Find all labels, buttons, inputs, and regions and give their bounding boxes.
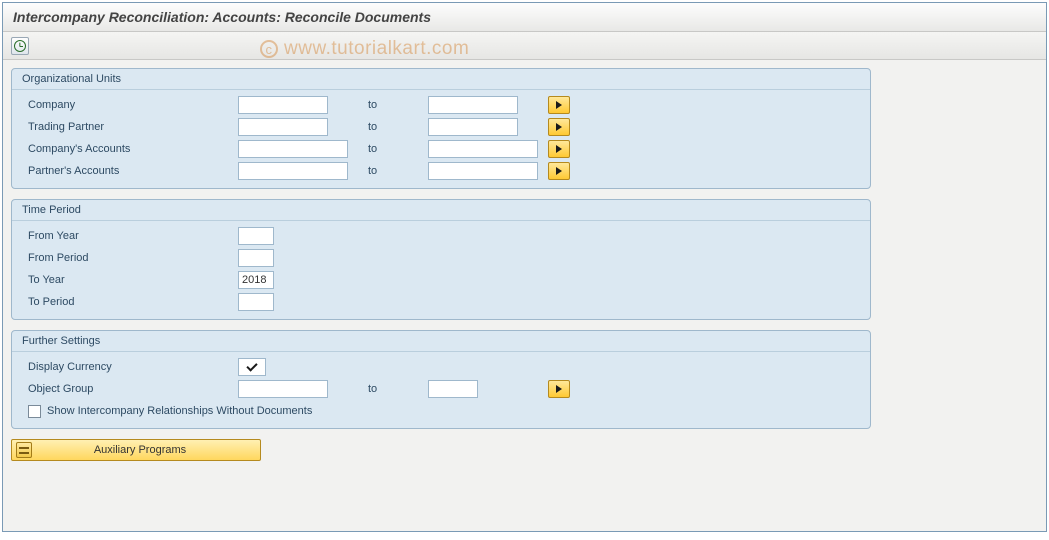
row-to-year: To Year bbox=[18, 269, 864, 291]
company-accounts-from-input[interactable] bbox=[238, 140, 348, 158]
company-accounts-multi-select-button[interactable] bbox=[548, 140, 570, 158]
from-year-input[interactable] bbox=[238, 227, 274, 245]
row-object-group: Object Group to bbox=[18, 378, 864, 400]
execute-button[interactable] bbox=[11, 37, 29, 55]
label-company: Company bbox=[18, 99, 238, 111]
label-to-year: To Year bbox=[18, 274, 238, 286]
group-further-settings: Further Settings Display Currency Object… bbox=[11, 330, 871, 429]
auxiliary-programs-label: Auxiliary Programs bbox=[38, 444, 260, 456]
to-label: to bbox=[348, 99, 428, 111]
label-object-group: Object Group bbox=[18, 383, 238, 395]
row-trading-partner: Trading Partner to bbox=[18, 116, 864, 138]
partner-accounts-multi-select-button[interactable] bbox=[548, 162, 570, 180]
label-company-accounts: Company's Accounts bbox=[18, 143, 238, 155]
company-multi-select-button[interactable] bbox=[548, 96, 570, 114]
label-from-year: From Year bbox=[18, 230, 238, 242]
row-show-relationships: Show Intercompany Relationships Without … bbox=[18, 400, 864, 422]
arrow-right-icon bbox=[556, 385, 562, 393]
to-label: to bbox=[348, 121, 428, 133]
app-window: Intercompany Reconciliation: Accounts: R… bbox=[2, 2, 1047, 532]
label-show-relationships: Show Intercompany Relationships Without … bbox=[47, 405, 312, 417]
to-label: to bbox=[348, 165, 428, 177]
trading-partner-from-input[interactable] bbox=[238, 118, 328, 136]
auxiliary-programs-button[interactable]: Auxiliary Programs bbox=[11, 439, 261, 461]
trading-partner-multi-select-button[interactable] bbox=[548, 118, 570, 136]
label-from-period: From Period bbox=[18, 252, 238, 264]
row-to-period: To Period bbox=[18, 291, 864, 313]
row-from-period: From Period bbox=[18, 247, 864, 269]
group-time-period: Time Period From Year From Period To Yea… bbox=[11, 199, 871, 320]
company-to-input[interactable] bbox=[428, 96, 518, 114]
company-from-input[interactable] bbox=[238, 96, 328, 114]
group-body-org: Company to Trading Partner to bbox=[12, 90, 870, 188]
object-group-to-input[interactable] bbox=[428, 380, 478, 398]
toolbar bbox=[3, 32, 1046, 60]
from-period-input[interactable] bbox=[238, 249, 274, 267]
trading-partner-to-input[interactable] bbox=[428, 118, 518, 136]
label-trading-partner: Trading Partner bbox=[18, 121, 238, 133]
to-period-input[interactable] bbox=[238, 293, 274, 311]
company-accounts-to-input[interactable] bbox=[428, 140, 538, 158]
display-currency-checkbox[interactable] bbox=[238, 358, 266, 376]
check-icon bbox=[246, 360, 257, 371]
group-title-further: Further Settings bbox=[12, 331, 870, 352]
partner-accounts-from-input[interactable] bbox=[238, 162, 348, 180]
arrow-right-icon bbox=[556, 145, 562, 153]
arrow-right-icon bbox=[556, 123, 562, 131]
clock-icon bbox=[14, 40, 26, 52]
object-group-multi-select-button[interactable] bbox=[548, 380, 570, 398]
group-body-time: From Year From Period To Year To Period bbox=[12, 221, 870, 319]
row-partner-accounts: Partner's Accounts to bbox=[18, 160, 864, 182]
body: Organizational Units Company to Trading … bbox=[3, 60, 1046, 469]
to-label: to bbox=[348, 143, 428, 155]
group-title-org: Organizational Units bbox=[12, 69, 870, 90]
label-display-currency: Display Currency bbox=[18, 361, 238, 373]
label-partner-accounts: Partner's Accounts bbox=[18, 165, 238, 177]
show-relationships-checkbox[interactable] bbox=[28, 405, 41, 418]
to-year-input[interactable] bbox=[238, 271, 274, 289]
row-from-year: From Year bbox=[18, 225, 864, 247]
to-label: to bbox=[348, 383, 428, 395]
label-to-period: To Period bbox=[18, 296, 238, 308]
group-title-time: Time Period bbox=[12, 200, 870, 221]
object-group-from-input[interactable] bbox=[238, 380, 328, 398]
row-company: Company to bbox=[18, 94, 864, 116]
group-body-further: Display Currency Object Group to bbox=[12, 352, 870, 428]
group-org-units: Organizational Units Company to Trading … bbox=[11, 68, 871, 189]
row-display-currency: Display Currency bbox=[18, 356, 864, 378]
arrow-right-icon bbox=[556, 101, 562, 109]
page-title: Intercompany Reconciliation: Accounts: R… bbox=[3, 3, 1046, 32]
row-company-accounts: Company's Accounts to bbox=[18, 138, 864, 160]
partner-accounts-to-input[interactable] bbox=[428, 162, 538, 180]
arrow-right-icon bbox=[556, 167, 562, 175]
list-icon bbox=[16, 442, 32, 458]
